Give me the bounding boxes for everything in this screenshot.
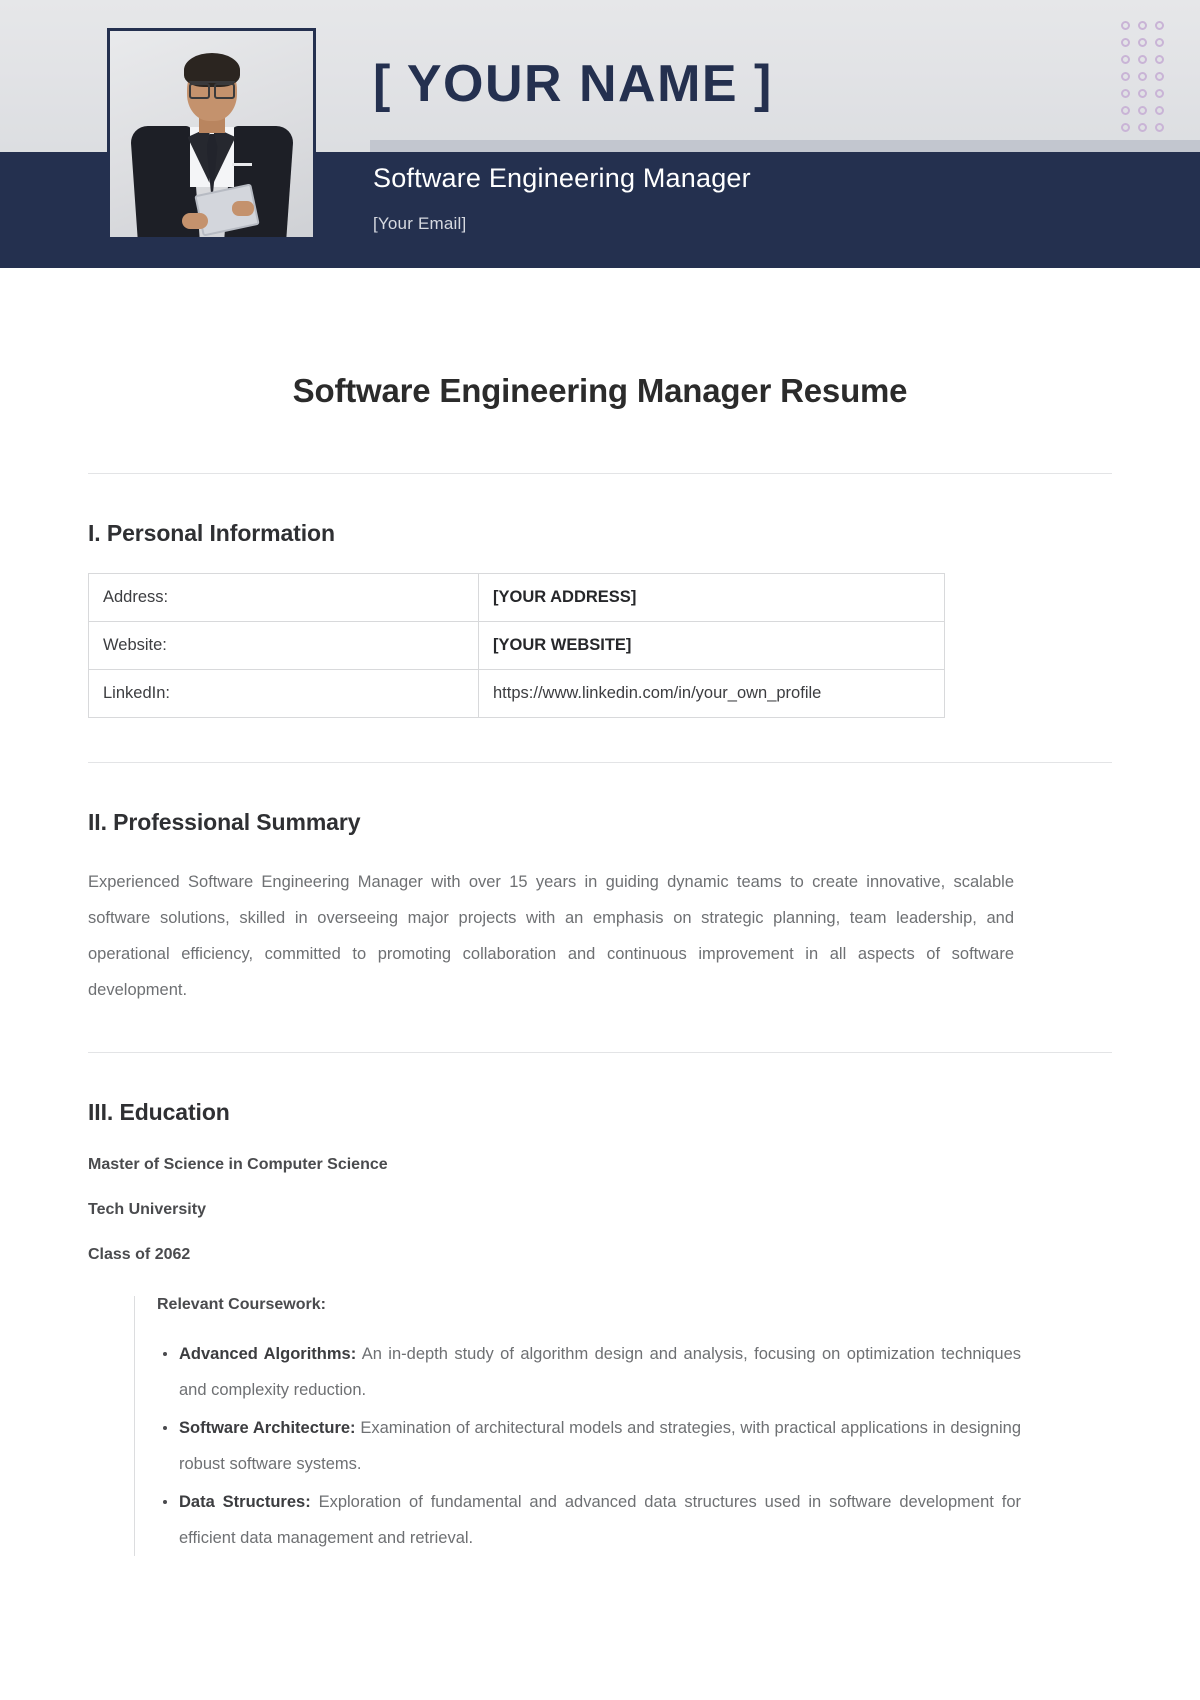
dot-icon (1121, 89, 1130, 98)
dot-icon (1155, 72, 1164, 81)
dot-icon (1138, 38, 1147, 47)
coursework-term: Data Structures: (179, 1493, 311, 1511)
section-heading-education: III. Education (88, 1099, 230, 1125)
coursework-term: Advanced Algorithms: (179, 1345, 357, 1363)
table-row: LinkedIn: https://www.linkedin.com/in/yo… (88, 669, 945, 718)
coursework-term: Software Architecture: (179, 1419, 356, 1437)
list-item: Advanced Algorithms: An in-depth study o… (163, 1336, 1021, 1408)
relevant-coursework-block: Relevant Coursework: Advanced Algorithms… (134, 1296, 1112, 1556)
education-degree: Master of Science in Computer Science (88, 1156, 388, 1173)
dot-icon (1138, 123, 1147, 132)
resume-header: [ YOUR NAME ] Software Engineering Manag… (0, 0, 1200, 268)
dot-icon (1155, 106, 1164, 115)
section-heading-professional-summary: II. Professional Summary (88, 809, 361, 835)
page-title: Software Engineering Manager Resume (292, 372, 908, 409)
dot-icon (1138, 89, 1147, 98)
divider (88, 762, 1112, 763)
divider (88, 1052, 1112, 1053)
coursework-list: Advanced Algorithms: An in-depth study o… (157, 1336, 1112, 1556)
divider (88, 473, 1112, 474)
table-cell-label: Address: (88, 573, 479, 622)
photo-hand-right (231, 201, 254, 216)
glasses-icon (188, 81, 235, 99)
table-cell-label: Website: (88, 621, 479, 670)
candidate-job-title: Software Engineering Manager (373, 163, 751, 193)
table-cell-label: LinkedIn: (88, 669, 479, 718)
dot-icon (1138, 106, 1147, 115)
profile-photo (107, 28, 316, 240)
section-heading-personal-information: I. Personal Information (88, 520, 335, 546)
dot-icon (1121, 21, 1130, 30)
table-cell-value: [YOUR WEBSITE] (478, 621, 945, 670)
dot-icon (1155, 21, 1164, 30)
candidate-email: [Your Email] (373, 214, 467, 233)
table-cell-value: [YOUR ADDRESS] (478, 573, 945, 622)
list-item: Data Structures: Exploration of fundamen… (163, 1484, 1021, 1556)
dot-icon (1138, 72, 1147, 81)
dot-icon (1155, 89, 1164, 98)
dot-icon (1155, 38, 1164, 47)
relevant-coursework-label: Relevant Coursework: (157, 1296, 326, 1313)
professional-summary-text: Experienced Software Engineering Manager… (88, 873, 1014, 999)
dot-icon (1121, 55, 1130, 64)
dot-grid-decoration (1117, 18, 1168, 137)
dot-icon (1121, 38, 1130, 47)
name-block: [ YOUR NAME ] (373, 58, 773, 110)
photo-hand-left (181, 213, 208, 229)
dot-icon (1121, 123, 1130, 132)
dot-icon (1138, 55, 1147, 64)
table-cell-value-linkedin[interactable]: https://www.linkedin.com/in/your_own_pro… (478, 669, 945, 718)
candidate-name: [ YOUR NAME ] (373, 55, 773, 113)
dot-icon (1121, 72, 1130, 81)
education-school: Tech University (88, 1201, 206, 1218)
table-row: Address: [YOUR ADDRESS] (88, 573, 945, 622)
photo-pocket-square (231, 163, 252, 166)
education-class-year: Class of 2062 (88, 1246, 191, 1263)
dot-icon (1138, 21, 1147, 30)
dot-icon (1155, 55, 1164, 64)
table-row: Website: [YOUR WEBSITE] (88, 621, 945, 670)
dot-icon (1155, 123, 1164, 132)
resume-body: Software Engineering Manager Resume I. P… (0, 372, 1200, 1556)
dot-icon (1121, 106, 1130, 115)
list-item: Software Architecture: Examination of ar… (163, 1410, 1021, 1482)
resume-page: [ YOUR NAME ] Software Engineering Manag… (0, 0, 1200, 1700)
personal-information-table: Address: [YOUR ADDRESS] Website: [YOUR W… (88, 573, 945, 718)
